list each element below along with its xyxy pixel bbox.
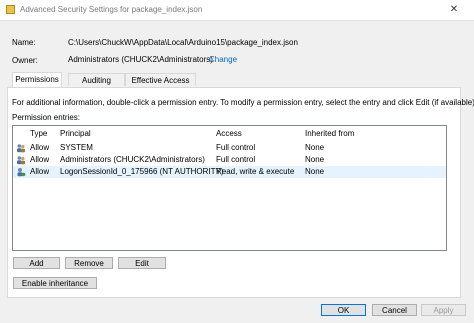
change-owner-link[interactable]: Change (209, 55, 237, 64)
column-header-access[interactable]: Access (216, 129, 242, 138)
row-type: Allow (30, 143, 50, 152)
tab-auditing[interactable]: Auditing (68, 73, 125, 86)
table-row[interactable]: Allow LogonSessionId_0_175966 (NT AUTHOR… (13, 166, 446, 178)
name-value: C:\Users\ChuckW\AppData\Local\Arduino15\… (68, 38, 298, 47)
column-header-type[interactable]: Type (30, 129, 47, 138)
row-access: Full control (216, 155, 256, 164)
row-access: Read, write & execute (216, 167, 295, 176)
ok-button[interactable]: OK (321, 304, 366, 316)
table-row[interactable]: Allow Administrators (CHUCK2\Administrat… (13, 154, 446, 166)
owner-label: Owner: (12, 56, 38, 65)
row-type: Allow (30, 155, 50, 164)
permission-entries-list[interactable]: Type Principal Access Inherited from All… (12, 125, 447, 251)
folder-icon (6, 5, 15, 14)
list-header: Type Principal Access Inherited from (13, 126, 446, 140)
row-access: Full control (216, 143, 256, 152)
row-inherited-from: None (305, 143, 325, 152)
row-inherited-from: None (305, 167, 325, 176)
tab-effective-access[interactable]: Effective Access (125, 73, 196, 86)
edit-button[interactable]: Edit (118, 257, 166, 269)
column-header-inherited-from[interactable]: Inherited from (305, 129, 354, 138)
permissions-description: For additional information, double-click… (12, 98, 474, 107)
table-row[interactable]: Allow SYSTEM Full control None (13, 142, 446, 154)
column-header-principal[interactable]: Principal (60, 129, 91, 138)
row-inherited-from: None (305, 155, 325, 164)
add-button[interactable]: Add (13, 257, 60, 269)
row-type: Allow (30, 167, 50, 176)
name-label: Name: (12, 38, 36, 47)
close-button[interactable]: ✕ (446, 2, 462, 18)
enable-inheritance-button[interactable]: Enable inheritance (13, 277, 97, 289)
user-group-icon (17, 156, 26, 165)
cancel-button[interactable]: Cancel (372, 304, 417, 316)
row-principal: LogonSessionId_0_175966 (NT AUTHORITY) (60, 167, 224, 176)
owner-value: Administrators (CHUCK2\Administrators) (68, 55, 213, 64)
tab-permissions[interactable]: Permissions (12, 72, 62, 87)
apply-button[interactable]: Apply (421, 304, 466, 316)
user-group-icon (17, 144, 26, 153)
user-session-icon (17, 168, 26, 177)
row-principal: Administrators (CHUCK2\Administrators) (60, 155, 205, 164)
row-principal: SYSTEM (60, 143, 93, 152)
permission-entries-label: Permission entries: (12, 113, 81, 122)
window-title: Advanced Security Settings for package_i… (20, 5, 203, 14)
remove-button[interactable]: Remove (65, 257, 113, 269)
title-bar: Advanced Security Settings for package_i… (0, 0, 474, 21)
